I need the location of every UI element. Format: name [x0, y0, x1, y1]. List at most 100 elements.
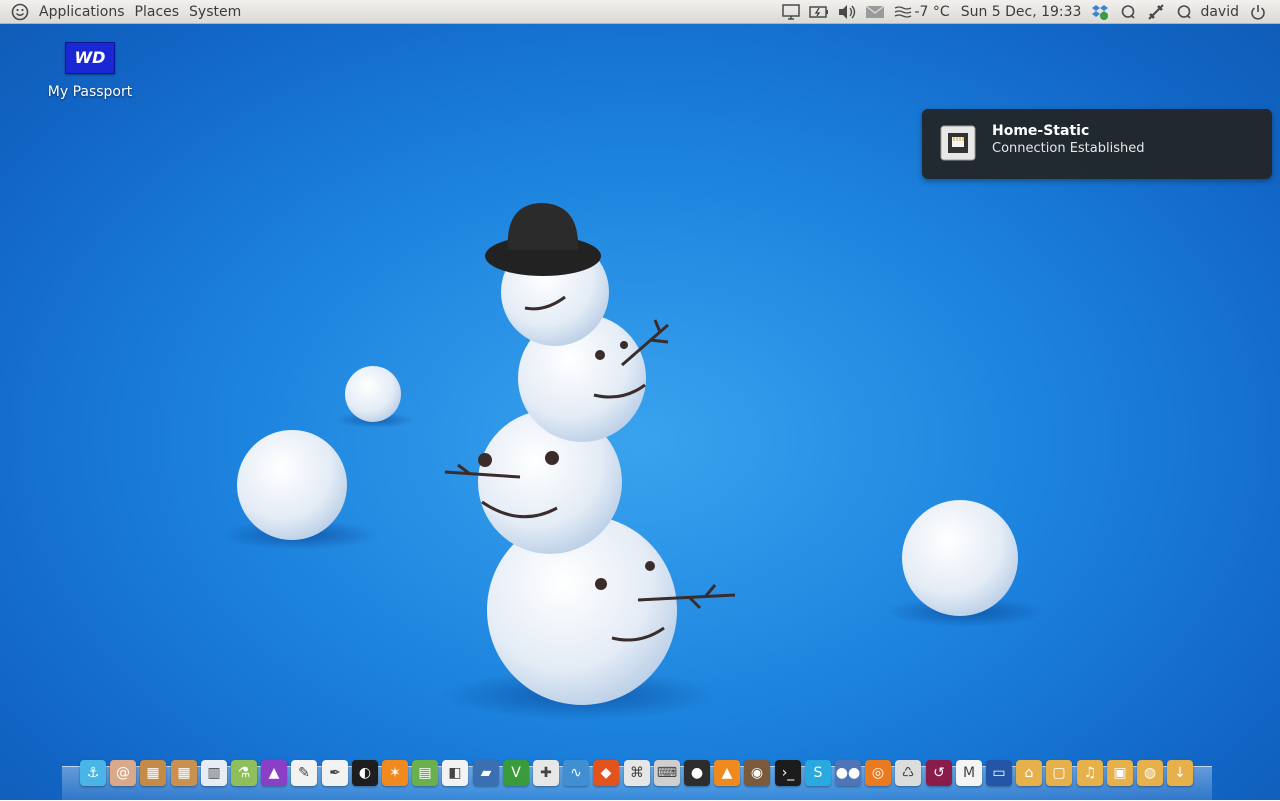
applications-menu[interactable]: Applications — [34, 0, 130, 24]
dock-item-cube[interactable]: ◆ — [593, 760, 619, 786]
snowball-left — [237, 430, 347, 540]
weather-temperature[interactable]: -7 °C — [914, 4, 955, 20]
dock-item-firefox[interactable]: ◎ — [865, 760, 891, 786]
volume-icon[interactable] — [836, 1, 858, 23]
wd-drive-icon[interactable]: WD — [65, 42, 115, 74]
dropbox-icon[interactable] — [1089, 1, 1111, 23]
dock-item-home-folder[interactable]: ⌂ — [1016, 760, 1042, 786]
power-icon[interactable] — [1247, 1, 1269, 23]
lifebuoy-icon: ✚ — [533, 760, 559, 786]
dock-item-shell[interactable]: @ — [110, 760, 136, 786]
weather-icon[interactable] — [892, 1, 914, 23]
home-folder-icon: ⌂ — [1016, 760, 1042, 786]
dock-item-trash[interactable]: ♺ — [895, 760, 921, 786]
spreadsheet-icon: ▤ — [412, 760, 438, 786]
gmail-icon: M — [956, 760, 982, 786]
user-status-icon[interactable] — [1173, 1, 1195, 23]
dock-item-music-folder[interactable]: ♫ — [1077, 760, 1103, 786]
network-wired-icon[interactable] — [1145, 1, 1167, 23]
speaker-icon: ◉ — [744, 760, 770, 786]
vlc-icon: ▲ — [714, 760, 740, 786]
dock-item-system-monitor[interactable]: ▥ — [201, 760, 227, 786]
dock-item-lifebuoy[interactable]: ✚ — [533, 760, 559, 786]
dock-item-pen-tool[interactable]: ✒ — [322, 760, 348, 786]
dock-item-videos-folder[interactable]: ◍ — [1137, 760, 1163, 786]
dock-item-backup[interactable]: ↺ — [926, 760, 952, 786]
panel-tray: -7 °C Sun 5 Dec, 19:33 david — [777, 1, 1280, 23]
pidgin-icon: ●● — [835, 760, 861, 786]
terminal-icon: ›_ — [775, 760, 801, 786]
figure-icon: ✶ — [382, 760, 408, 786]
dock-item-pidgin[interactable]: ●● — [835, 760, 861, 786]
anchor-icon: ⚓ — [80, 760, 106, 786]
dock-item-speaker[interactable]: ◉ — [744, 760, 770, 786]
chart-app-icon: ▰ — [473, 760, 499, 786]
dock-item-package[interactable]: ▦ — [140, 760, 166, 786]
inkscape-icon: ⌘ — [624, 760, 650, 786]
top-panel: Applications Places System -7 °C Sun 5 D… — [0, 0, 1280, 24]
trash-icon: ♺ — [895, 760, 921, 786]
webcam-icon: ● — [684, 760, 710, 786]
presentation-icon: ◧ — [442, 760, 468, 786]
dock-item-chemistry[interactable]: ⚗ — [231, 760, 257, 786]
ethernet-port-icon — [940, 125, 976, 161]
drive-label[interactable]: My Passport — [38, 84, 142, 100]
dock-item-vim[interactable]: V — [503, 760, 529, 786]
downloads-folder-icon: ↓ — [1167, 760, 1193, 786]
system-menu[interactable]: System — [184, 0, 246, 24]
documents-folder-icon: ▢ — [1046, 760, 1072, 786]
keyboard-icon: ⌨ — [654, 760, 680, 786]
dock-item-pictures-folder[interactable]: ▣ — [1107, 760, 1133, 786]
dock-item-downloads-folder[interactable]: ↓ — [1167, 760, 1193, 786]
shell-icon: @ — [110, 760, 136, 786]
dock: ⚓@▦▦▥⚗▲✎✒◐✶▤◧▰V✚∿◆⌘⌨●▲◉›_S●●◎♺↺M▭⌂▢♫▣◍↓ — [62, 760, 1212, 800]
camera-raw-icon: ◐ — [352, 760, 378, 786]
skype-icon: S — [805, 760, 831, 786]
display-icon: ▭ — [986, 760, 1012, 786]
dock-item-gmail[interactable]: M — [956, 760, 982, 786]
chemistry-icon: ⚗ — [231, 760, 257, 786]
dock-item-display[interactable]: ▭ — [986, 760, 1012, 786]
dock-item-hat[interactable]: ▲ — [261, 760, 287, 786]
display-settings-icon[interactable] — [780, 1, 802, 23]
dock-item-documents-folder[interactable]: ▢ — [1046, 760, 1072, 786]
chat-status-icon[interactable] — [1117, 1, 1139, 23]
dock-item-keyboard[interactable]: ⌨ — [654, 760, 680, 786]
dock-item-presentation[interactable]: ◧ — [442, 760, 468, 786]
notification-body: Connection Established — [992, 141, 1144, 156]
backup-icon: ↺ — [926, 760, 952, 786]
vector-draw-icon: ✎ — [291, 760, 317, 786]
dock-item-waveform[interactable]: ∿ — [563, 760, 589, 786]
dock-item-spreadsheet[interactable]: ▤ — [412, 760, 438, 786]
pen-tool-icon: ✒ — [322, 760, 348, 786]
battery-icon[interactable] — [808, 1, 830, 23]
pictures-folder-icon: ▣ — [1107, 760, 1133, 786]
dock-item-chart-app[interactable]: ▰ — [473, 760, 499, 786]
places-menu[interactable]: Places — [130, 0, 185, 24]
dock-item-skype[interactable]: S — [805, 760, 831, 786]
my-passport-drive[interactable]: WD My Passport — [38, 42, 142, 100]
dock-item-anchor[interactable]: ⚓ — [80, 760, 106, 786]
clock[interactable]: Sun 5 Dec, 19:33 — [955, 4, 1087, 20]
dock-item-webcam[interactable]: ● — [684, 760, 710, 786]
dock-item-inkscape[interactable]: ⌘ — [624, 760, 650, 786]
dock-item-vlc[interactable]: ▲ — [714, 760, 740, 786]
snowman — [445, 203, 735, 705]
dock-item-package-installer[interactable]: ▦ — [171, 760, 197, 786]
dock-item-camera-raw[interactable]: ◐ — [352, 760, 378, 786]
hat-icon: ▲ — [261, 760, 287, 786]
user-menu[interactable]: david — [1195, 4, 1244, 20]
dock-item-figure[interactable]: ✶ — [382, 760, 408, 786]
package-installer-icon: ▦ — [171, 760, 197, 786]
dock-item-vector-draw[interactable]: ✎ — [291, 760, 317, 786]
panel-menus: Applications Places System — [0, 0, 246, 24]
dock-item-terminal[interactable]: ›_ — [775, 760, 801, 786]
vim-icon: V — [503, 760, 529, 786]
waveform-icon: ∿ — [563, 760, 589, 786]
notification-title: Home-Static — [992, 123, 1089, 139]
system-monitor-icon: ▥ — [201, 760, 227, 786]
videos-folder-icon: ◍ — [1137, 760, 1163, 786]
ubuntu-logo-icon[interactable] — [9, 1, 31, 23]
music-folder-icon: ♫ — [1077, 760, 1103, 786]
mail-icon[interactable] — [864, 1, 886, 23]
